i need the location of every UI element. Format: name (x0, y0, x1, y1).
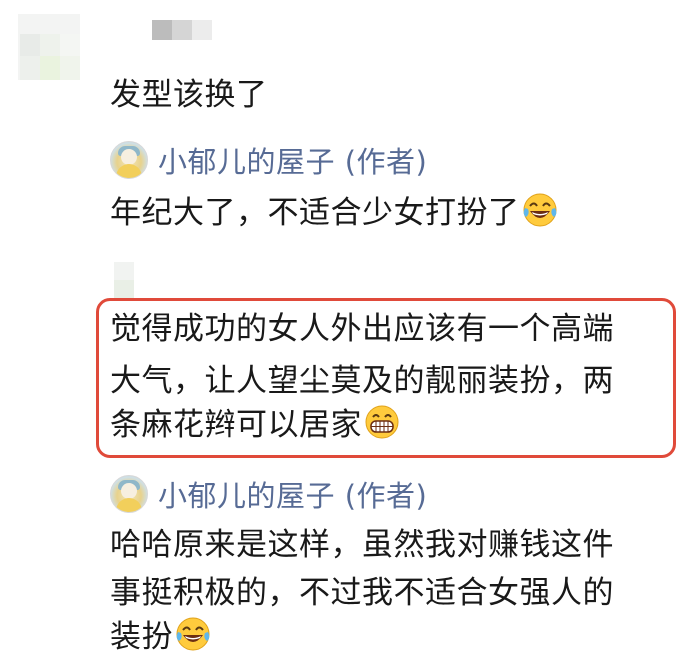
author-row: 小郁儿的屋子 (作者) (110, 474, 427, 514)
comment-text: 年纪大了，不适合少女打扮了 (110, 188, 558, 238)
avatar-icon[interactable] (110, 141, 148, 179)
comment-text-content: 条麻花辫可以居家 (110, 407, 362, 443)
laughing-tears-emoji (523, 193, 556, 227)
comment-text-content: 装扮 (110, 619, 173, 655)
comment-line: 大气，让人望尘莫及的靓丽装扮，两 (110, 363, 614, 399)
comment-text: 发型该换了 (110, 77, 268, 113)
author-row: 小郁儿的屋子 (作者) (110, 140, 427, 180)
blurred-avatar[interactable] (114, 262, 134, 298)
author-name[interactable]: 小郁儿的屋子 (作者) (158, 139, 427, 181)
comment-line: 觉得成功的女人外出应该有一个高端 (110, 311, 614, 347)
comment-line: 装扮 (110, 612, 211, 662)
avatar-icon[interactable] (110, 475, 148, 513)
comment-line: 哈哈原来是这样，虽然我对赚钱这件 (110, 527, 614, 563)
author-name[interactable]: 小郁儿的屋子 (作者) (158, 473, 427, 515)
blurred-avatar[interactable] (18, 14, 80, 80)
comment-text-content: 年纪大了，不适合少女打扮了 (110, 195, 520, 231)
laughing-tears-emoji (176, 617, 210, 651)
blurred-username[interactable] (152, 16, 214, 42)
comment-line: 事挺积极的，不过我不适合女强人的 (110, 575, 614, 611)
grinning-teeth-emoji (365, 405, 399, 439)
comment-line: 条麻花辫可以居家 (110, 400, 400, 450)
